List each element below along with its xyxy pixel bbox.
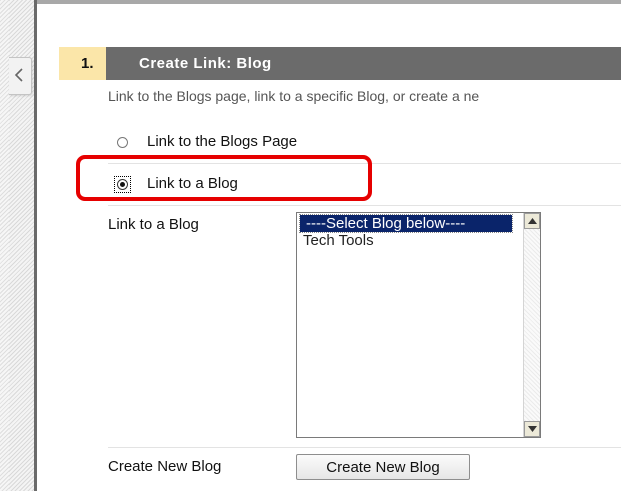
top-border: [0, 0, 621, 4]
collapse-menu-button[interactable]: [9, 57, 32, 95]
triangle-down-icon: [528, 426, 537, 432]
step-number: 1.: [59, 47, 106, 80]
triangle-up-icon: [528, 218, 537, 224]
step-instructions: Link to the Blogs page, link to a specif…: [108, 88, 480, 104]
create-new-blog-button[interactable]: Create New Blog: [296, 454, 470, 480]
blog-listbox[interactable]: ----Select Blog below---- Tech Tools: [296, 212, 541, 438]
step-title: Create Link: Blog: [106, 47, 621, 80]
content-divider: [34, 0, 37, 491]
create-new-blog-label: Create New Blog: [108, 458, 222, 475]
list-item[interactable]: Tech Tools: [297, 232, 540, 249]
annotation-highlight-box: [76, 155, 372, 201]
radio-button[interactable]: [117, 137, 128, 148]
chevron-left-icon: [14, 68, 23, 82]
listbox-scrollbar[interactable]: [523, 213, 540, 437]
radio-label[interactable]: Link to the Blogs Page: [147, 131, 297, 153]
divider: [108, 447, 621, 448]
blog-select-label: Link to a Blog: [108, 216, 199, 233]
scroll-up-button[interactable]: [524, 213, 540, 229]
list-item[interactable]: ----Select Blog below----: [299, 214, 513, 233]
step-header: 1. Create Link: Blog: [59, 47, 621, 80]
divider: [108, 205, 621, 206]
scroll-down-button[interactable]: [524, 421, 540, 437]
